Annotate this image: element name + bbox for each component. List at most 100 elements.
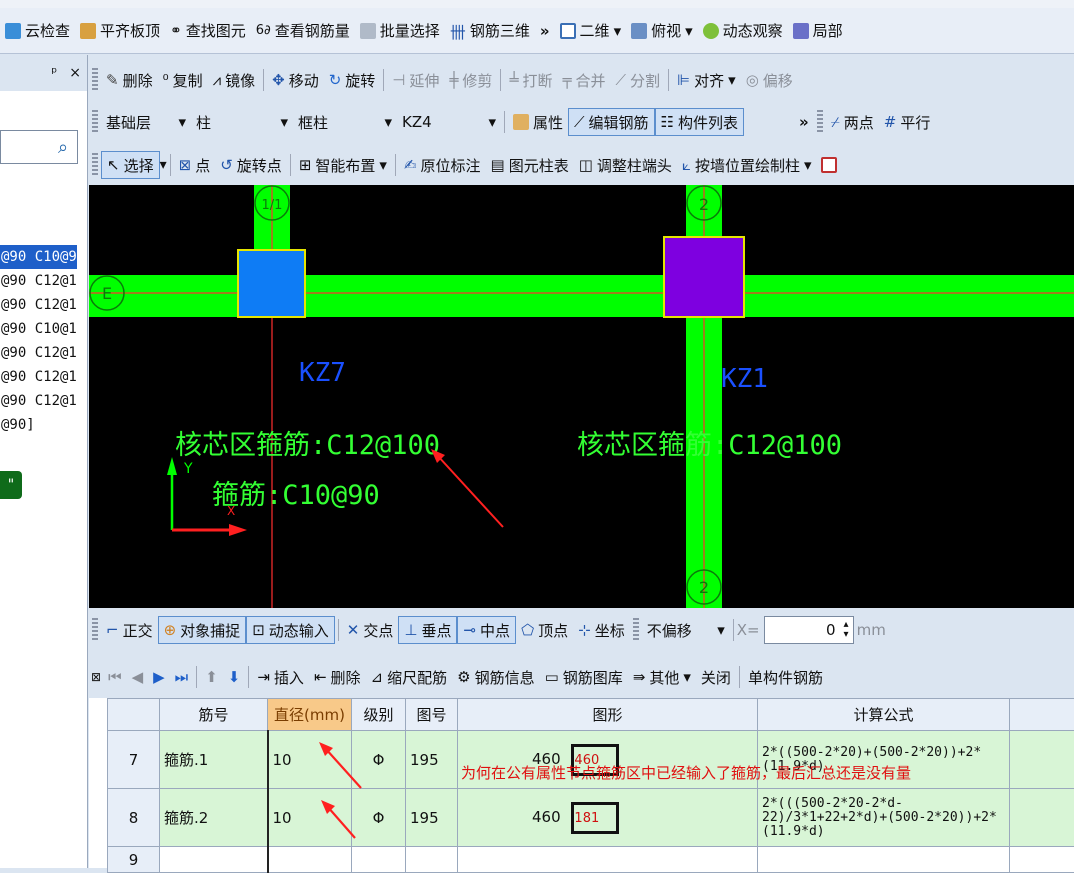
rebar-3d-button[interactable]: 卌钢筋三维 — [445, 17, 535, 45]
other-dropdown[interactable]: ⇛其他▾ — [628, 663, 696, 691]
split-button[interactable]: ⟋分割 — [611, 66, 666, 94]
toolbar-grip[interactable] — [92, 110, 98, 134]
cell-extra[interactable] — [1010, 789, 1074, 847]
toolbar-grip[interactable] — [817, 110, 823, 134]
dropdown-arrow-icon[interactable]: ▾ — [160, 157, 167, 173]
component-list-button[interactable]: ☷构件列表 — [655, 108, 744, 136]
view-rebar-qty-button[interactable]: 6∂查看钢筋量 — [251, 17, 355, 45]
list-item[interactable]: @90 C10@9 — [0, 245, 77, 269]
toolbar-grip[interactable] — [92, 68, 98, 92]
list-item[interactable]: @90 C12@1 — [0, 293, 77, 317]
header-diameter[interactable]: 直径(mm) — [268, 699, 352, 731]
header-grade[interactable]: 级别 — [352, 699, 406, 731]
align-slab-top-button[interactable]: 平齐板顶 — [75, 17, 165, 45]
properties-button[interactable]: 属性 — [508, 108, 568, 136]
list-item[interactable]: @90 C12@1 — [0, 341, 77, 365]
mirror-button[interactable]: ⩘镜像 — [208, 66, 260, 94]
last-record-button[interactable]: ⏭ — [170, 663, 194, 691]
midpoint-snap[interactable]: ⊸中点 — [457, 616, 516, 644]
grid-panel-icon[interactable]: ⊠ — [91, 670, 101, 684]
table-row[interactable]: 8 箍筋.2 10 Φ 195 460 181 2*(((500-2*20-2*… — [108, 789, 1074, 847]
list-item[interactable]: @90 C10@1 — [0, 317, 77, 341]
merge-button[interactable]: ╤合并 — [557, 66, 610, 94]
select-button[interactable]: ↖选择 — [101, 151, 160, 179]
cell-empty[interactable] — [1010, 847, 1074, 873]
point-button[interactable]: ⊠点 — [174, 151, 216, 179]
cell-bar-name[interactable]: 箍筋.2 — [160, 789, 268, 847]
draw-by-wall-dropdown[interactable]: ⟀按墙位置绘制柱▾ — [677, 151, 817, 179]
rotate-button[interactable]: ↻旋转 — [324, 66, 381, 94]
cell-formula[interactable]: 2*(((500-2*20-2*d-22)/3*1+22+2*d)+(500-2… — [758, 789, 1010, 847]
adjust-column-end-button[interactable]: ◫调整柱端头 — [574, 151, 677, 179]
prev-record-button[interactable]: ◀ — [127, 663, 149, 691]
type-select[interactable]: 柱▾ — [191, 108, 293, 136]
cell-diameter[interactable]: 10 — [268, 731, 352, 789]
parallel-button[interactable]: #平行 — [879, 108, 936, 136]
copy-button[interactable]: ⁰复制 — [158, 66, 208, 94]
toolbar-grip[interactable] — [92, 153, 98, 177]
toolbar-grip[interactable] — [92, 618, 98, 642]
rotate-point-button[interactable]: ↺旋转点 — [215, 151, 287, 179]
find-element-button[interactable]: ⚭查找图元 — [165, 17, 251, 45]
extend-button[interactable]: ⊣延伸 — [387, 66, 444, 94]
dynamic-observe-button[interactable]: 动态观察 — [698, 17, 788, 45]
list-item[interactable]: @90 C12@1 — [0, 389, 77, 413]
coordinate-snap[interactable]: ⊹坐标 — [573, 616, 630, 644]
cell-empty[interactable] — [458, 847, 758, 873]
cell-figure-no[interactable]: 195 — [406, 731, 458, 789]
rebar-info-button[interactable]: ⚙钢筋信息 — [452, 663, 539, 691]
smart-layout-dropdown[interactable]: ⊞智能布置▾ — [294, 151, 392, 179]
offset-mode-select[interactable]: 不偏移▾ — [642, 616, 730, 644]
search-icon[interactable]: ⌕ — [48, 133, 78, 161]
offset-button[interactable]: ◎偏移 — [741, 66, 798, 94]
in-place-annotation-button[interactable]: ✍原位标注 — [399, 151, 486, 179]
subtype-select[interactable]: 框柱▾ — [293, 108, 397, 136]
local-view-button[interactable]: 局部 — [788, 17, 848, 45]
batch-select-button[interactable]: 批量选择 — [355, 17, 445, 45]
spinner-icon[interactable]: ▴▾ — [844, 620, 849, 640]
cell-empty[interactable] — [160, 847, 268, 873]
cell-empty[interactable] — [352, 847, 406, 873]
close-grid-button[interactable]: 关闭 — [696, 663, 736, 691]
header-figure-no[interactable]: 图号 — [406, 699, 458, 731]
list-item[interactable]: @90 C12@1 — [0, 365, 77, 389]
move-down-button[interactable]: ⬇ — [223, 663, 246, 691]
green-side-button[interactable]: " — [0, 471, 22, 499]
component-name-select[interactable]: KZ4▾ — [397, 108, 501, 136]
column-kz1[interactable] — [664, 237, 744, 317]
header-bar-no[interactable]: 筋号 — [160, 699, 268, 731]
list-item[interactable]: @90 C12@1 — [0, 269, 77, 293]
move-up-button[interactable]: ⬆ — [200, 663, 223, 691]
edit-rebar-button[interactable]: ⟋编辑钢筋 — [568, 108, 655, 136]
cell-empty[interactable] — [406, 847, 458, 873]
drawing-canvas[interactable]: 1/1 2 E 2 KZ7 KZ1 核芯区箍筋:C12@100 核芯区箍筋:C1… — [89, 185, 1074, 608]
toolbar-overflow-chevron[interactable]: » — [794, 108, 814, 136]
single-component-rebar-button[interactable]: 单构件钢筋 — [743, 663, 828, 691]
two-point-button[interactable]: ⌿两点 — [826, 108, 879, 136]
perpendicular-snap[interactable]: ⊥垂点 — [398, 616, 457, 644]
first-record-button[interactable]: ⏮ — [103, 663, 127, 691]
cell-shape[interactable]: 460 181 — [458, 789, 758, 847]
2d-view-dropdown[interactable]: 二维▾ — [555, 17, 627, 45]
list-item[interactable]: @90] — [0, 413, 77, 437]
ortho-toggle[interactable]: ⌐正交 — [101, 616, 158, 644]
pin-icon[interactable]: ᵖ — [51, 65, 57, 81]
delete-button[interactable]: ✎删除 — [101, 66, 158, 94]
toolbar-grip[interactable] — [633, 618, 639, 642]
cell-bar-name[interactable]: 箍筋.1 — [160, 731, 268, 789]
trim-button[interactable]: ╪修剪 — [444, 66, 497, 94]
break-button[interactable]: ╧打断 — [504, 66, 557, 94]
cell-empty[interactable] — [758, 847, 1010, 873]
header-shape[interactable]: 图形 — [458, 699, 758, 731]
horizontal-beam[interactable] — [89, 275, 1074, 317]
cell-grade[interactable]: Φ — [352, 789, 406, 847]
header-formula[interactable]: 计算公式 — [758, 699, 1010, 731]
column-kz7[interactable] — [238, 250, 305, 317]
cell-diameter[interactable]: 10 — [268, 789, 352, 847]
cell-extra[interactable] — [1010, 731, 1074, 789]
delete-row-button[interactable]: ⇤删除 — [309, 663, 366, 691]
element-column-table-button[interactable]: ▤图元柱表 — [486, 151, 574, 179]
scale-rebar-button[interactable]: ⊿缩尺配筋 — [366, 663, 453, 691]
intersection-snap[interactable]: ✕交点 — [342, 616, 399, 644]
cell-empty[interactable] — [268, 847, 352, 873]
